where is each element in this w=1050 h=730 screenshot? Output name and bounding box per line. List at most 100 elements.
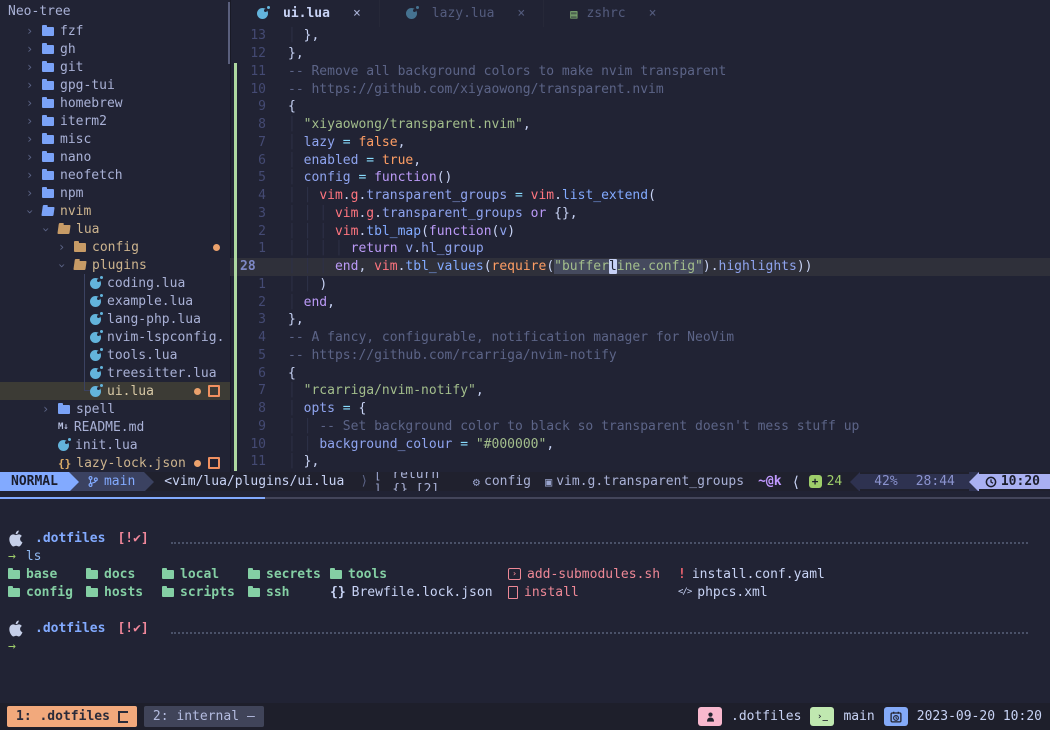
- code-line[interactable]: 1│ │ │ │ return v.hl_group: [230, 240, 1050, 258]
- tree-item-nvim[interactable]: ›nvim: [0, 202, 230, 220]
- code-line[interactable]: 2│ │ │ vim.tbl_map(function(v): [230, 222, 1050, 240]
- gitsign-added: [230, 151, 240, 169]
- code-line[interactable]: 5│ config = function(): [230, 169, 1050, 187]
- code-line[interactable]: 6│ enabled = true,: [230, 151, 1050, 169]
- chevron-right-icon[interactable]: ›: [42, 403, 50, 415]
- json-icon: {}: [330, 585, 346, 600]
- code-line[interactable]: 4│ │ vim.g.transparent_groups = vim.list…: [230, 187, 1050, 205]
- folder-icon: [248, 588, 260, 597]
- chevron-down-icon[interactable]: ›: [56, 262, 68, 270]
- tree-item-lua[interactable]: ›lua: [0, 220, 230, 238]
- code-line[interactable]: 11-- Remove all background colors to mak…: [230, 63, 1050, 81]
- lua-icon: [257, 8, 268, 19]
- close-icon[interactable]: ×: [353, 6, 361, 21]
- tree-item-spell[interactable]: ›spell: [0, 400, 230, 418]
- code-line[interactable]: 8│ "xiyaowong/transparent.nvim",: [230, 116, 1050, 134]
- chevron-right-icon[interactable]: ›: [26, 61, 34, 73]
- modified-dot-icon: [194, 460, 201, 467]
- tree-item-lang-php-lua[interactable]: lang-php.lua: [0, 310, 230, 328]
- code-line[interactable]: 8│ opts = {: [230, 400, 1050, 418]
- tree-item-treesitter-lua[interactable]: treesitter.lua: [0, 364, 230, 382]
- prompt-git-status: [!✔]: [117, 531, 148, 546]
- chevron-right-icon[interactable]: ›: [26, 97, 34, 109]
- folder-icon: [42, 63, 54, 72]
- code-line[interactable]: 11│ },: [230, 453, 1050, 471]
- tree-item-coding-lua[interactable]: coding.lua: [0, 274, 230, 292]
- code-line[interactable]: 6{: [230, 364, 1050, 382]
- chevron-right-icon[interactable]: ›: [26, 115, 34, 127]
- code-line[interactable]: 12},: [230, 45, 1050, 63]
- chevron-right-icon[interactable]: ›: [26, 187, 34, 199]
- chevron-right-icon[interactable]: ›: [26, 151, 34, 163]
- tmux-window-1-dotfiles[interactable]: 1: .dotfiles: [7, 706, 137, 727]
- exclamation-icon: !: [678, 567, 686, 582]
- tree-item-example-lua[interactable]: example.lua: [0, 292, 230, 310]
- tmux-pane-border[interactable]: [0, 497, 1050, 499]
- chevron-right-icon[interactable]: ›: [26, 79, 34, 91]
- ls-entry-label: docs: [104, 567, 135, 582]
- tree-item-nano[interactable]: ›nano: [0, 148, 230, 166]
- editor-buffer[interactable]: 13│ },12},11-- Remove all background col…: [230, 27, 1050, 472]
- close-icon[interactable]: ×: [649, 6, 657, 21]
- tab-zshrc[interactable]: ▤ zshrc ×: [543, 0, 674, 27]
- code-line[interactable]: 2│ end,: [230, 293, 1050, 311]
- json-icon: {}: [58, 457, 71, 470]
- code-line[interactable]: 13│ },: [230, 27, 1050, 45]
- tree-item-npm[interactable]: ›npm: [0, 184, 230, 202]
- gitsign-added: [230, 276, 240, 294]
- tmux-window-2-internal[interactable]: 2: internal–: [144, 706, 264, 727]
- code-line-current[interactable]: 28│ │ │ end, vim.tbl_values(require("buf…: [230, 258, 1050, 276]
- tree-item-gpg-tui[interactable]: ›gpg-tui: [0, 76, 230, 94]
- ls-entry-local: local: [162, 567, 219, 582]
- tree-item-ui-lua[interactable]: ui.lua: [0, 382, 230, 400]
- folder-icon: [42, 153, 54, 162]
- command-line[interactable]: →: [0, 637, 1050, 655]
- tree-item-iterm2[interactable]: › iterm2: [0, 112, 230, 130]
- code-text: │ end,: [288, 295, 335, 310]
- tree-item-nvim-lspconfig-[interactable]: nvim-lspconfig.: [0, 328, 230, 346]
- ls-entry-tools: tools: [330, 567, 387, 582]
- tree-item-lazy-lock-json[interactable]: {}lazy-lock.json: [0, 454, 230, 472]
- code-line[interactable]: 10│ │ background_colour = "#000000",: [230, 435, 1050, 453]
- tree-item-gh[interactable]: ›gh: [0, 40, 230, 58]
- tree-item-init-lua[interactable]: init.lua: [0, 436, 230, 454]
- chevron-right-icon[interactable]: ›: [26, 169, 34, 181]
- line-number: 4: [240, 330, 266, 345]
- code-line[interactable]: 3│ │ │ vim.g.transparent_groups or {},: [230, 205, 1050, 223]
- chevron-right-icon[interactable]: ›: [26, 25, 34, 37]
- code-line[interactable]: 1│ │ ): [230, 276, 1050, 294]
- chevron-right-icon[interactable]: ›: [26, 43, 34, 55]
- ls-entry-label: config: [26, 585, 73, 600]
- chevron-right-icon[interactable]: ›: [26, 133, 34, 145]
- chevron-down-icon[interactable]: ›: [24, 208, 36, 216]
- ls-entry-label: tools: [348, 567, 387, 582]
- gitsign-added: [230, 329, 240, 347]
- code-line[interactable]: 5-- https://github.com/rcarriga/nvim-not…: [230, 347, 1050, 365]
- tab-ui-lua[interactable]: ui.lua ×: [231, 0, 379, 27]
- tree-item-label: iterm2: [60, 114, 107, 129]
- code-line[interactable]: 7│ lazy = false,: [230, 134, 1050, 152]
- calendar-clock-icon: [890, 711, 902, 723]
- tree-item-fzf[interactable]: ›fzf: [0, 22, 230, 40]
- code-line[interactable]: 10-- https://github.com/xiyaowong/transp…: [230, 80, 1050, 98]
- close-icon[interactable]: ×: [517, 6, 525, 21]
- tree-item-plugins[interactable]: ›plugins: [0, 256, 230, 274]
- lua-icon: [406, 8, 417, 19]
- tree-item-tools-lua[interactable]: tools.lua: [0, 346, 230, 364]
- chevron-down-icon[interactable]: ›: [40, 226, 52, 234]
- code-line[interactable]: 7│ "rcarriga/nvim-notify",: [230, 382, 1050, 400]
- code-line[interactable]: 9│ │ -- Set background color to black so…: [230, 418, 1050, 436]
- tree-item-git[interactable]: ›git: [0, 58, 230, 76]
- code-line[interactable]: 3},: [230, 311, 1050, 329]
- chevron-right-icon[interactable]: ›: [58, 241, 66, 253]
- shell-pane[interactable]: .dotfiles [!✔] v → ls basedocslocalsecre…: [0, 500, 1050, 703]
- tree-item-homebrew[interactable]: ›homebrew: [0, 94, 230, 112]
- code-line[interactable]: 4-- A fancy, configurable, notification …: [230, 329, 1050, 347]
- tree-item-config[interactable]: ›config: [0, 238, 230, 256]
- tree-item-neofetch[interactable]: ›neofetch: [0, 166, 230, 184]
- tab-lazy-lua[interactable]: lazy.lua ×: [379, 0, 543, 27]
- tree-item-misc[interactable]: ›misc: [0, 130, 230, 148]
- ls-entry-label: phpcs.xml: [697, 585, 767, 600]
- code-line[interactable]: 9{: [230, 98, 1050, 116]
- tree-item-readme-md[interactable]: M↓README.md: [0, 418, 230, 436]
